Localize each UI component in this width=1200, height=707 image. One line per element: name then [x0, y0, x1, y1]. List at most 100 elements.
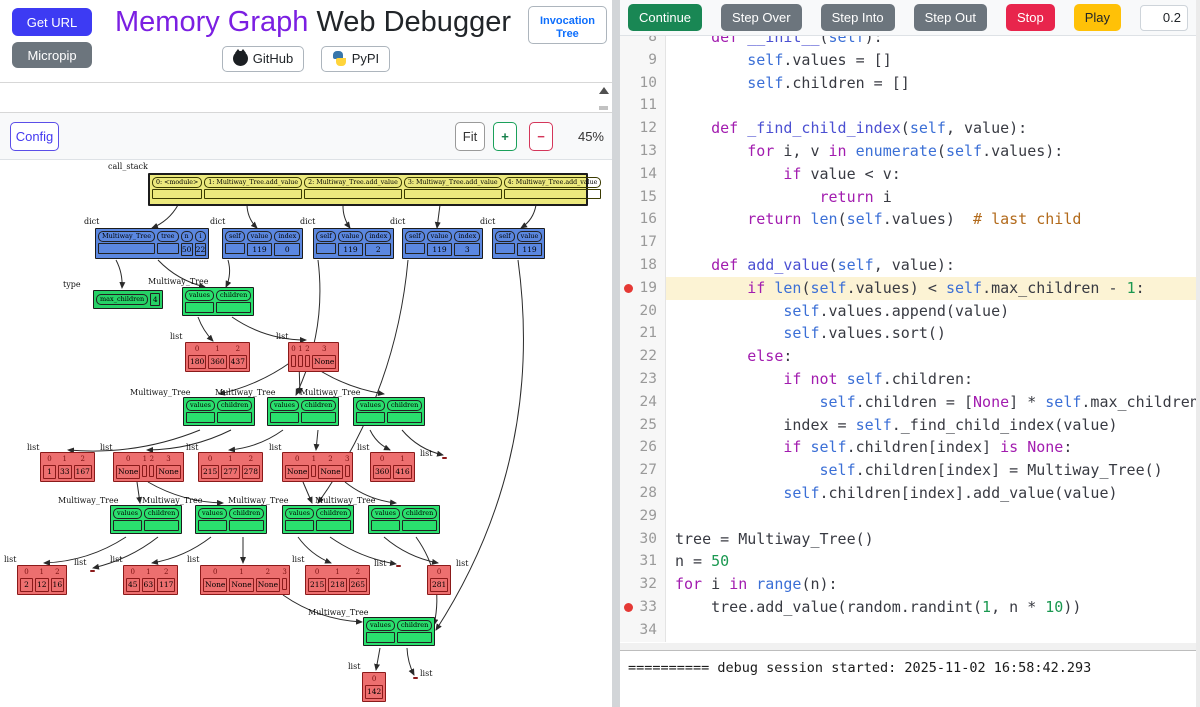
list-index: 0 — [126, 568, 140, 577]
list-item: 163 — [142, 568, 156, 592]
get-url-button[interactable]: Get URL — [12, 8, 92, 36]
list-index: 0 — [201, 455, 219, 464]
line-number-34[interactable]: 34 — [620, 619, 666, 642]
line-number-25[interactable]: 25 — [620, 414, 666, 437]
list-value — [345, 465, 350, 477]
graph-node-label: Multiway_Tree — [215, 388, 275, 397]
field-value — [495, 243, 515, 254]
field-value — [185, 302, 214, 313]
line-number-12[interactable]: 12 — [620, 117, 666, 140]
right-vertical-scrollbar[interactable] — [1196, 0, 1200, 707]
field-value: 22 — [195, 243, 207, 256]
field-key: values — [186, 400, 215, 411]
code-text: self.children = [None] * self.max_childr… — [666, 391, 1200, 414]
line-number-17[interactable]: 17 — [620, 231, 666, 254]
line-number-9[interactable]: 9 — [620, 49, 666, 72]
field-values: values — [366, 620, 395, 643]
stack-frame-label: 3: Multiway_Tree.add_value — [404, 177, 502, 188]
play-speed-input[interactable] — [1140, 5, 1188, 31]
line-number-22[interactable]: 22 — [620, 345, 666, 368]
list-index: 0 — [43, 455, 56, 464]
code-editor[interactable]: 8 def __init__(self):9 self.values = []1… — [620, 36, 1200, 650]
stack-frame: 3: Multiway_Tree.add_value — [404, 177, 502, 202]
invocation-tree-button[interactable]: InvocationTree — [528, 6, 607, 44]
graph-node-label: list — [186, 443, 198, 452]
editor-scrollbar[interactable] — [597, 85, 610, 112]
line-number-29[interactable]: 29 — [620, 505, 666, 528]
breakpoint-dot[interactable] — [624, 284, 633, 293]
line-number-24[interactable]: 24 — [620, 391, 666, 414]
code-text: index = self._find_child_index(value) — [666, 414, 1200, 437]
line-number-18[interactable]: 18 — [620, 254, 666, 277]
list-value — [305, 355, 310, 367]
list-item: 0215 — [201, 455, 219, 479]
play-button[interactable]: Play — [1074, 4, 1121, 31]
scroll-up-icon[interactable] — [599, 87, 609, 94]
fit-button[interactable]: Fit — [455, 122, 485, 151]
graph-node-label: list — [4, 555, 16, 564]
line-number-28[interactable]: 28 — [620, 482, 666, 505]
line-number-31[interactable]: 31 — [620, 550, 666, 573]
line-number-13[interactable]: 13 — [620, 140, 666, 163]
line-number-27[interactable]: 27 — [620, 459, 666, 482]
list-value: None — [116, 465, 140, 479]
line-number-19[interactable]: 19 — [620, 277, 666, 300]
field-values: values — [185, 290, 214, 313]
list-value — [282, 578, 287, 590]
graph-node-r10: 021512182265 — [305, 565, 370, 595]
line-number-16[interactable]: 16 — [620, 208, 666, 231]
code-horizontal-scrollbar[interactable] — [620, 643, 1200, 650]
list-item: 1360 — [208, 345, 226, 369]
scrollbar-thumb[interactable] — [599, 106, 608, 110]
line-number-23[interactable]: 23 — [620, 368, 666, 391]
line-number-21[interactable]: 21 — [620, 322, 666, 345]
field-values: values — [113, 508, 142, 531]
pypi-link[interactable]: PyPI — [321, 46, 390, 72]
graph-node-label: list — [100, 443, 112, 452]
config-button[interactable]: Config — [10, 122, 59, 151]
graph-node-label: Multiway_Tree — [308, 608, 368, 617]
github-link[interactable]: GitHub — [222, 46, 304, 72]
memory-graph-canvas[interactable]: call_stack0: <module>1: Multiway_Tree.ad… — [0, 160, 612, 707]
line-number-32[interactable]: 32 — [620, 573, 666, 596]
breakpoint-dot[interactable] — [624, 603, 633, 612]
line-number-15[interactable]: 15 — [620, 186, 666, 209]
line-number-10[interactable]: 10 — [620, 72, 666, 95]
graph-node-label: Multiway_Tree — [130, 388, 190, 397]
stop-button[interactable]: Stop — [1006, 4, 1055, 31]
line-number-33[interactable]: 33 — [620, 596, 666, 619]
step-out-button[interactable]: Step Out — [914, 4, 987, 31]
step-over-button[interactable]: Step Over — [721, 4, 802, 31]
code-line-9: 9 self.values = [] — [620, 49, 1200, 72]
graph-node-sl2 — [396, 565, 401, 567]
field-values: values — [356, 400, 385, 423]
line-number-30[interactable]: 30 — [620, 528, 666, 551]
line-number-8[interactable]: 8 — [620, 36, 666, 49]
code-text: tree.add_value(random.randint(1, n * 10)… — [666, 596, 1200, 619]
list-item: 216 — [51, 568, 65, 592]
zoom-in-button[interactable]: + — [493, 122, 517, 151]
header: Get URL Micropip Memory Graph Web Debugg… — [0, 0, 612, 82]
code-line-12: 12 def _find_child_index(self, value): — [620, 117, 1200, 140]
field-key: children — [301, 400, 336, 411]
zoom-out-button[interactable]: − — [529, 122, 553, 151]
debug-output: ========== debug session started: 2025-1… — [620, 650, 1200, 707]
step-into-button[interactable]: Step Into — [821, 4, 895, 31]
code-line-34: 34 — [620, 619, 1200, 642]
list-index: 2 — [349, 568, 367, 577]
list-item: 112 — [35, 568, 49, 592]
source-editor-strip[interactable] — [0, 82, 612, 113]
code-text — [666, 231, 1200, 254]
panel-divider[interactable] — [612, 0, 620, 707]
code-text: if self.children[index] is None: — [666, 436, 1200, 459]
line-number-26[interactable]: 26 — [620, 436, 666, 459]
field-children: children — [217, 400, 252, 423]
line-number-20[interactable]: 20 — [620, 300, 666, 323]
field-key: values — [185, 290, 214, 301]
line-number-14[interactable]: 14 — [620, 163, 666, 186]
graph-node-label: list — [348, 662, 360, 671]
continue-button[interactable]: Continue — [628, 4, 702, 31]
pypi-label: PyPI — [352, 51, 379, 66]
field-key: values — [198, 508, 227, 519]
line-number-11[interactable]: 11 — [620, 94, 666, 117]
